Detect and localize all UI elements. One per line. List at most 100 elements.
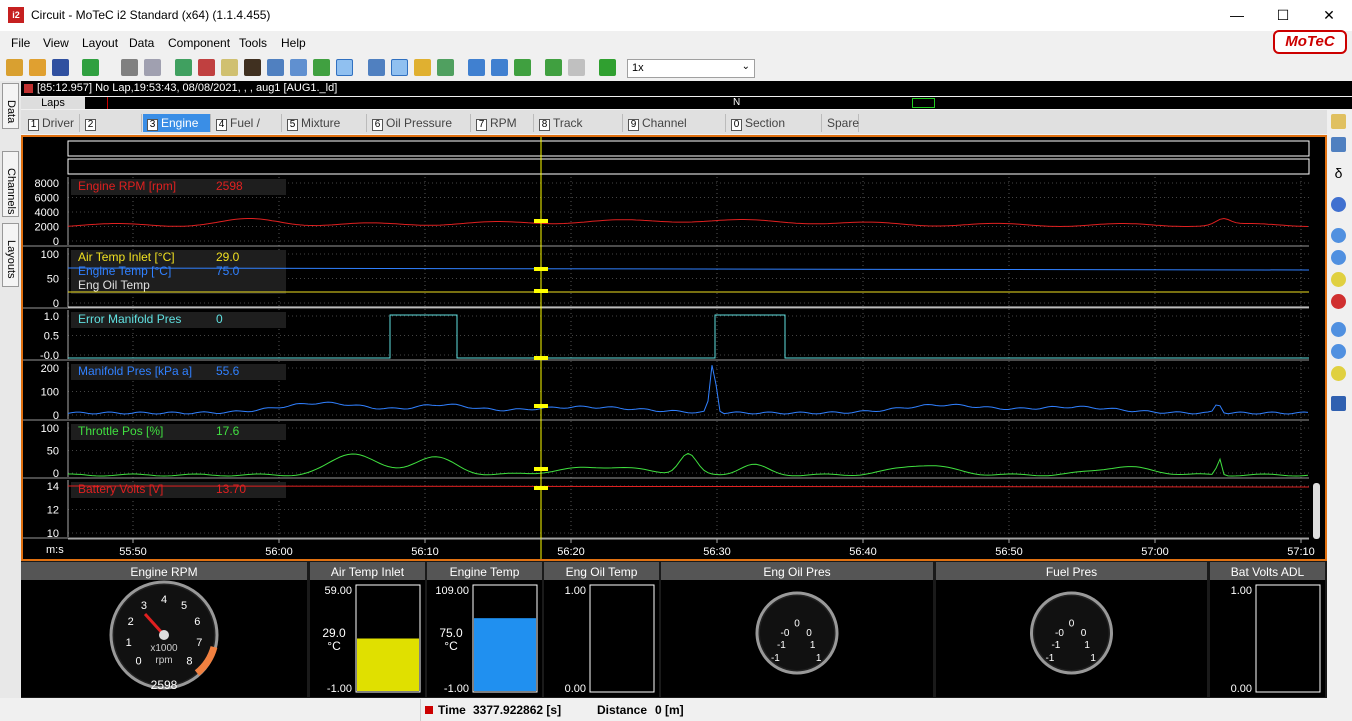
laps-bar[interactable]: Laps N bbox=[21, 97, 1352, 109]
window-icon[interactable] bbox=[1331, 137, 1346, 152]
tab-engine[interactable]: 3 Engine bbox=[143, 114, 211, 132]
y-tick-label: 0 bbox=[53, 410, 59, 422]
side-tab-data[interactable]: Data bbox=[2, 83, 19, 129]
play-icon[interactable] bbox=[599, 59, 616, 76]
zoom-in-y-icon[interactable] bbox=[1331, 322, 1346, 337]
download-icon[interactable] bbox=[82, 59, 99, 76]
arrows-icon[interactable] bbox=[336, 59, 353, 76]
bar-gauge-min: -1.00 bbox=[327, 683, 352, 695]
film-icon[interactable] bbox=[244, 59, 261, 76]
gauge-header: Air Temp Inlet bbox=[310, 562, 425, 580]
layers-icon[interactable] bbox=[414, 59, 431, 76]
tab-oil-pressure[interactable]: 6 Oil Pressure bbox=[368, 114, 471, 132]
empty-graph-row bbox=[67, 158, 1310, 175]
tab-track-report[interactable]: 8Track Report bbox=[535, 114, 623, 148]
menu-file[interactable]: File bbox=[11, 36, 30, 50]
bar-gauge-max: 59.00 bbox=[324, 585, 352, 597]
session-info: [85:12.957] No Lap,19:53:43, 08/08/2021,… bbox=[37, 82, 338, 94]
tab-channel-report[interactable]: 9Channel Report bbox=[624, 114, 726, 148]
chevron-down-icon: ⌄ bbox=[741, 61, 750, 72]
gauge-header: Eng Oil Pres bbox=[661, 562, 933, 580]
y-tick-label: 100 bbox=[41, 387, 59, 399]
bar-gauge-min: 0.00 bbox=[565, 683, 586, 695]
zoom-add-icon[interactable] bbox=[545, 59, 562, 76]
zoom-reset-icon[interactable] bbox=[1331, 294, 1346, 309]
lap-range-indicator[interactable] bbox=[912, 98, 935, 108]
tab-spare[interactable]: Spare bbox=[823, 114, 859, 132]
lap-n-marker: N bbox=[733, 97, 741, 108]
tab-label: Oil Pressure bbox=[386, 116, 453, 130]
pressure-tick-label: 0 bbox=[806, 628, 812, 639]
zoom-tool-icon[interactable] bbox=[568, 59, 585, 76]
pressure-tick-label: 0 bbox=[794, 619, 800, 630]
menu-help[interactable]: Help bbox=[281, 36, 306, 50]
edit-icon[interactable] bbox=[221, 59, 238, 76]
side-tab-channels[interactable]: Channels bbox=[2, 151, 19, 217]
x-tick-label: 56:40 bbox=[849, 546, 877, 558]
prev-lap-icon[interactable] bbox=[468, 59, 485, 76]
side-tab-layouts[interactable]: Layouts bbox=[2, 223, 19, 287]
tab-number: 6 bbox=[372, 119, 383, 131]
minimize-icon[interactable]: — bbox=[1214, 0, 1260, 31]
tab-driver[interactable]: 1 Driver bbox=[24, 114, 80, 132]
time-marker-icon bbox=[425, 706, 433, 714]
menu-data[interactable]: Data bbox=[129, 36, 154, 50]
zoom-out-icon[interactable] bbox=[1331, 250, 1346, 265]
ruler-icon[interactable] bbox=[1331, 396, 1346, 411]
table-icon[interactable] bbox=[290, 59, 307, 76]
tab-fuel-ign[interactable]: 4Fuel / Ign bbox=[212, 114, 282, 148]
time-graph[interactable]: 8000 6000 4000 2000 0 Engine RPM [rpm] 2598 100… bbox=[21, 135, 1327, 561]
x-axis-label: m:s bbox=[46, 544, 64, 556]
search-icon[interactable] bbox=[1331, 197, 1346, 212]
y-tick-label: 4000 bbox=[35, 207, 59, 219]
open-icon[interactable] bbox=[29, 59, 46, 76]
rpm-tick-label: 3 bbox=[141, 600, 147, 612]
y-tick-label: 50 bbox=[47, 274, 59, 286]
print-icon[interactable] bbox=[121, 59, 138, 76]
clock-icon[interactable] bbox=[391, 59, 408, 76]
print-preview-icon[interactable] bbox=[144, 59, 161, 76]
distance-label: Distance bbox=[597, 703, 648, 717]
rpm-tick-label: 6 bbox=[194, 616, 200, 628]
zoom-out-y-icon[interactable] bbox=[1331, 344, 1346, 359]
cursor-marker bbox=[534, 486, 548, 490]
y-tick-label: 8000 bbox=[35, 178, 59, 190]
menu-view[interactable]: View bbox=[43, 36, 69, 50]
gauge-title: Eng Oil Pres bbox=[763, 565, 830, 579]
maximize-icon[interactable]: ☐ bbox=[1260, 0, 1306, 31]
matrix-icon[interactable] bbox=[368, 59, 385, 76]
zoom-fit-icon[interactable] bbox=[1331, 272, 1346, 287]
left-dock: Data Channels Layouts bbox=[0, 81, 21, 698]
channel-name: Engine Temp [°C] bbox=[78, 264, 171, 278]
menu-component[interactable]: Component bbox=[168, 36, 230, 50]
tab-braking[interactable]: 2Braking bbox=[81, 114, 142, 148]
refresh-icon[interactable] bbox=[175, 59, 192, 76]
grid-icon[interactable] bbox=[267, 59, 284, 76]
new-icon[interactable] bbox=[6, 59, 23, 76]
next-lap-icon[interactable] bbox=[491, 59, 508, 76]
image-icon[interactable] bbox=[437, 59, 454, 76]
playback-speed-select[interactable]: 1x ⌄ bbox=[627, 59, 755, 78]
x-tick-label: 55:50 bbox=[119, 546, 147, 558]
menu-bar: File View Layout Data Component Tools He… bbox=[0, 33, 1352, 53]
zoom-in-icon[interactable] bbox=[1331, 228, 1346, 243]
laps-label: Laps bbox=[21, 97, 85, 109]
menu-tools[interactable]: Tools bbox=[239, 36, 267, 50]
close-icon[interactable]: ✕ bbox=[1306, 0, 1352, 31]
flag-icon[interactable] bbox=[198, 59, 215, 76]
tab-section-times[interactable]: 0Section Times bbox=[727, 114, 822, 148]
gauges-canvas: Engine RPM012345678x1000rpm2598Air Temp … bbox=[21, 562, 1325, 697]
tab-number: 2 bbox=[85, 119, 96, 131]
filter-icon[interactable] bbox=[514, 59, 531, 76]
graph-canvas[interactable]: 80006000400020000Engine RPM [rpm] 2598100… bbox=[23, 137, 1325, 559]
tab-mixture-map[interactable]: 5Mixture Map bbox=[283, 114, 367, 148]
menu-layout[interactable]: Layout bbox=[82, 36, 118, 50]
check-icon[interactable] bbox=[313, 59, 330, 76]
save-icon[interactable] bbox=[52, 59, 69, 76]
tab-rpm-histo[interactable]: 7RPM Histo bbox=[472, 114, 534, 148]
delta-icon[interactable]: δ bbox=[1331, 166, 1346, 181]
zoom-fit-y-icon[interactable] bbox=[1331, 366, 1346, 381]
properties-icon[interactable] bbox=[1331, 114, 1346, 129]
y-tick-label: 14 bbox=[47, 481, 59, 493]
rpm-tick-label: 5 bbox=[181, 600, 187, 612]
